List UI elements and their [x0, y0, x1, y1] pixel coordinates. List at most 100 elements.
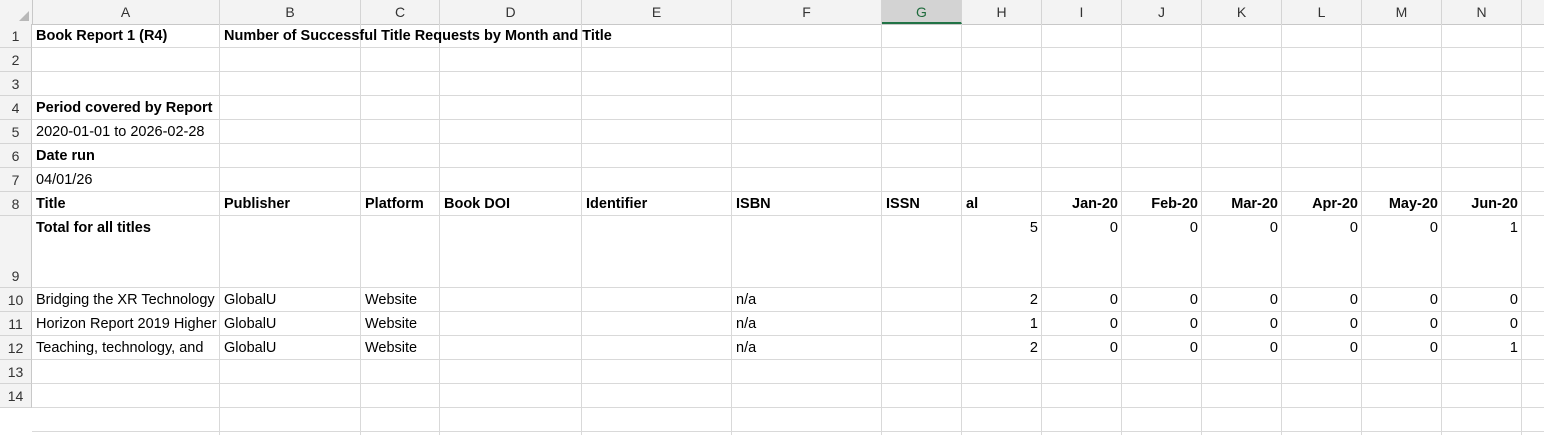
column-header-l[interactable]: L [1282, 0, 1362, 24]
isbn-cell[interactable]: n/a [732, 288, 882, 312]
platform-cell-text: Website [365, 292, 418, 308]
row-total-cell-text: 2 [1029, 292, 1038, 308]
column-header-a[interactable]: A [32, 0, 220, 24]
report-description-cell[interactable]: Number of Successful Title Requests by M… [220, 24, 720, 48]
header-proprietary-cell[interactable]: Proprietary Identifier [582, 192, 732, 216]
column-header-j[interactable]: J [1122, 0, 1202, 24]
row-header-3[interactable]: 3 [0, 72, 32, 96]
select-all-button[interactable] [0, 0, 33, 24]
platform-cell[interactable]: Website [361, 312, 440, 336]
column-header-g[interactable]: G [882, 0, 962, 24]
total-month-cell[interactable]: 0 [1362, 216, 1442, 288]
header-month-cell[interactable]: Jun-20 [1442, 192, 1522, 216]
column-header-h[interactable]: H [962, 0, 1042, 24]
row-header-10[interactable]: 10 [0, 288, 32, 312]
row-header-8[interactable]: 8 [0, 192, 32, 216]
row-header-12[interactable]: 12 [0, 336, 32, 360]
month-value-cell[interactable]: 0 [1122, 336, 1202, 360]
header-platform-cell[interactable]: Platform [361, 192, 440, 216]
row-total-cell[interactable]: 1 [962, 312, 1042, 336]
header-title-cell[interactable]: Title [32, 192, 220, 216]
month-value-cell[interactable]: 1 [1442, 336, 1522, 360]
column-header-n[interactable]: N [1442, 0, 1522, 24]
row-header-2[interactable]: 2 [0, 48, 32, 72]
report-name-cell[interactable]: Book Report 1 (R4) [32, 24, 220, 48]
total-month-cell[interactable]: 0 [1122, 216, 1202, 288]
month-value-cell[interactable]: 0 [1202, 288, 1282, 312]
row-header-5[interactable]: 5 [0, 120, 32, 144]
column-header-i[interactable]: I [1042, 0, 1122, 24]
column-header-d[interactable]: D [440, 0, 582, 24]
column-header-c[interactable]: C [361, 0, 440, 24]
month-value-cell[interactable]: 0 [1202, 312, 1282, 336]
row-header-4[interactable]: 4 [0, 96, 32, 120]
month-value-cell[interactable]: 0 [1282, 312, 1362, 336]
month-value-cell[interactable]: 0 [1362, 312, 1442, 336]
report-description-cell-text: Number of Successful Title Requests by M… [224, 28, 612, 44]
date-run-label-cell[interactable]: Date run [32, 144, 220, 168]
row-header-1[interactable]: 1 [0, 24, 32, 48]
month-value-cell[interactable]: 0 [1282, 336, 1362, 360]
month-value-cell[interactable]: 0 [1122, 288, 1202, 312]
total-month-cell-text: 0 [1349, 220, 1358, 236]
column-header-k[interactable]: K [1202, 0, 1282, 24]
month-value-cell[interactable]: 0 [1282, 288, 1362, 312]
month-value-cell[interactable]: 0 [1042, 288, 1122, 312]
header-issn-cell[interactable]: ISSN [882, 192, 962, 216]
header-publisher-cell[interactable]: Publisher [220, 192, 361, 216]
header-month-cell[interactable]: Apr-20 [1282, 192, 1362, 216]
header-doi-cell[interactable]: Book DOI [440, 192, 582, 216]
row-header-6[interactable]: 6 [0, 144, 32, 168]
publisher-cell[interactable]: GlobalU [220, 336, 361, 360]
month-value-cell[interactable]: 0 [1122, 312, 1202, 336]
column-header-e[interactable]: E [582, 0, 732, 24]
date-run-value-cell[interactable]: 04/01/26 [32, 168, 220, 192]
platform-cell[interactable]: Website [361, 288, 440, 312]
title-cell[interactable]: Horizon Report 2019 Higher [32, 312, 220, 336]
row-header-9[interactable]: 9 [0, 216, 32, 288]
total-month-cell[interactable]: 0 [1042, 216, 1122, 288]
row-header-7[interactable]: 7 [0, 168, 32, 192]
header-month-cell[interactable]: Mar-20 [1202, 192, 1282, 216]
title-cell-text: Bridging the XR Technology [36, 292, 215, 308]
header-isbn-cell[interactable]: ISBN [732, 192, 882, 216]
period-value-cell[interactable]: 2020-01-01 to 2026-02-28 [32, 120, 532, 144]
row-number: 11 [8, 316, 23, 332]
isbn-cell[interactable]: n/a [732, 312, 882, 336]
row-header-11[interactable]: 11 [0, 312, 32, 336]
title-cell[interactable]: Teaching, technology, and [32, 336, 220, 360]
period-label-cell[interactable]: Period covered by Report [32, 72, 220, 120]
title-cell[interactable]: Bridging the XR Technology [32, 288, 220, 312]
month-value-cell[interactable]: 0 [1442, 288, 1522, 312]
row-total-cell[interactable]: 2 [962, 288, 1042, 312]
total-month-cell[interactable]: 0 [1202, 216, 1282, 288]
month-value-cell[interactable]: 0 [1362, 288, 1442, 312]
isbn-cell[interactable]: n/a [732, 336, 882, 360]
platform-cell[interactable]: Website [361, 336, 440, 360]
total-month-cell[interactable]: 0 [1282, 216, 1362, 288]
total-label-cell[interactable]: Total for all titles [32, 216, 532, 288]
month-value-cell[interactable]: 0 [1202, 336, 1282, 360]
row-gridline [32, 167, 1544, 168]
column-header-f[interactable]: F [732, 0, 882, 24]
month-value-cell[interactable]: 0 [1442, 312, 1522, 336]
row-total-cell[interactable]: 2 [962, 336, 1042, 360]
header-month-cell[interactable]: May-20 [1362, 192, 1442, 216]
column-gridline [881, 24, 882, 435]
row-header-14[interactable]: 14 [0, 384, 32, 408]
total-value-cell[interactable]: 5 [962, 216, 1042, 288]
platform-cell-text: Website [365, 316, 418, 332]
header-month-cell[interactable]: Feb-20 [1122, 192, 1202, 216]
row-number: 7 [11, 172, 20, 188]
row-header-13[interactable]: 13 [0, 360, 32, 384]
header-month-cell[interactable]: Jan-20 [1042, 192, 1122, 216]
publisher-cell[interactable]: GlobalU [220, 312, 361, 336]
column-header-b[interactable]: B [220, 0, 361, 24]
publisher-cell[interactable]: GlobalU [220, 288, 361, 312]
column-header-m[interactable]: M [1362, 0, 1442, 24]
month-value-cell[interactable]: 0 [1042, 336, 1122, 360]
month-value-cell[interactable]: 0 [1362, 336, 1442, 360]
total-month-cell[interactable]: 1 [1442, 216, 1522, 288]
header-total-cell[interactable]: Reporting Period Total [962, 192, 1042, 216]
month-value-cell[interactable]: 0 [1042, 312, 1122, 336]
